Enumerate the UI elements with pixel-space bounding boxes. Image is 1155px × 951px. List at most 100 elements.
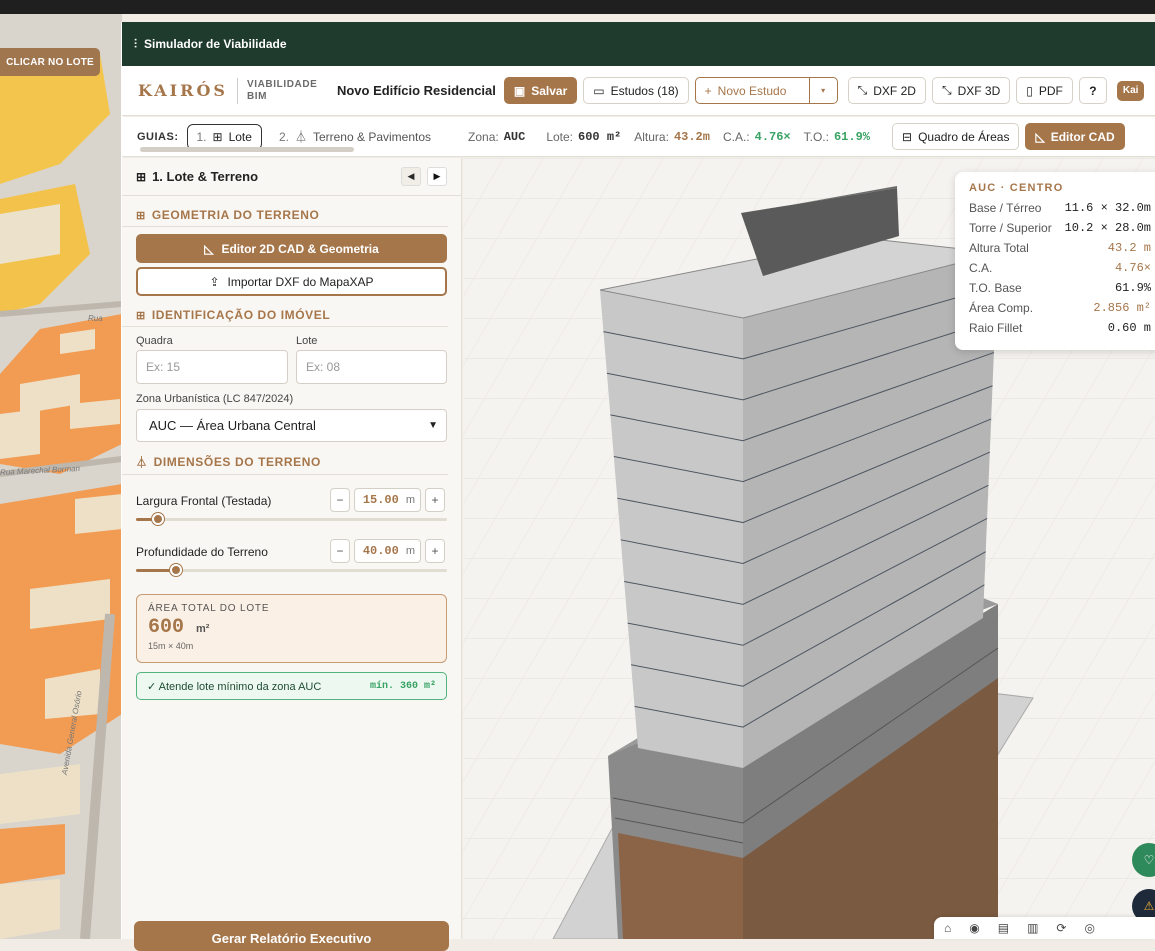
chevron-right-icon: ▶ <box>433 171 441 181</box>
app-topbar: ⫶ Simulador de Viabilidade <box>122 22 1155 66</box>
ruler-icon: ◺ <box>1035 129 1045 144</box>
zone-select[interactable]: AUC — Área Urbana Central ▼ <box>136 409 447 442</box>
width-label: Largura Frontal (Testada) <box>136 494 272 508</box>
new-study-group: + Novo Estudo ▾ <box>694 77 838 104</box>
sliders-icon: ⫶ <box>134 36 138 51</box>
chevron-down-icon: ▾ <box>821 86 826 95</box>
save-button[interactable]: ▣ Salvar <box>503 77 578 104</box>
to-value: 61.9% <box>833 129 870 144</box>
project-name[interactable]: Novo Edifício Residencial <box>337 83 496 98</box>
pin-icon[interactable]: ◉ <box>969 921 979 935</box>
metrics-summary: Zona: AUC Lote: 600 m² Altura: 43.2m C.A… <box>468 129 870 144</box>
chevron-left-icon: ◀ <box>407 171 415 181</box>
camera-icon[interactable]: ◎ <box>1084 921 1094 935</box>
collapse-icon: ⤡ <box>941 83 952 97</box>
generate-report-button[interactable]: Gerar Relatório Executivo <box>134 921 449 951</box>
area-title: ÁREA TOTAL DO LOTE <box>148 603 270 614</box>
lot-area-card: ÁREA TOTAL DO LOTE 600 m² 15m × 40m <box>136 594 447 663</box>
ca-value: 4.76× <box>754 129 791 144</box>
chevron-down-icon: ▼ <box>428 420 438 431</box>
depth-decrement-button[interactable]: − <box>330 539 350 563</box>
heart-check-icon: ♡ <box>1143 853 1155 867</box>
layout-icon: ⊞ <box>212 129 223 144</box>
tab-lote[interactable]: 1. ⊞ Lote <box>186 123 262 150</box>
new-study-button[interactable]: + Novo Estudo <box>694 77 810 104</box>
height-value: 43.2m <box>673 129 710 144</box>
width-increment-button[interactable]: + <box>425 488 445 512</box>
plus-icon: + <box>704 83 712 98</box>
upload-icon: ⇪ <box>209 274 220 289</box>
areas-table-button[interactable]: ⊟ Quadro de Áreas <box>892 123 1020 150</box>
info-row: Área Comp. 2.856 m² <box>969 301 1151 315</box>
info-row: C.A. 4.76× <box>969 261 1151 275</box>
building-icon[interactable]: ▥ <box>1027 921 1038 935</box>
editor-cad-button[interactable]: ◺ Editor CAD <box>1025 123 1125 150</box>
prev-step-button[interactable]: ◀ <box>401 167 421 186</box>
studies-button[interactable]: ▭ Estudos (18) <box>583 77 689 104</box>
area-value: 600 m² <box>148 616 210 639</box>
geometry-section-title: ⊞ GEOMETRIA DO TERRENO <box>122 208 448 227</box>
width-slider-handle[interactable] <box>151 513 164 525</box>
ruler-icon: ◺ <box>204 241 214 256</box>
building-icon: ⏃ <box>294 130 307 144</box>
width-decrement-button[interactable]: − <box>330 488 350 512</box>
logo: KAIRÓS <box>138 81 228 100</box>
dxf2d-button[interactable]: ⤡ DXF 2D <box>847 77 926 104</box>
dxf3d-button[interactable]: ⤡ DXF 3D <box>931 77 1011 104</box>
width-input[interactable]: 15.00 m <box>354 488 421 512</box>
grid-icon: ⊞ <box>136 309 146 322</box>
guides-label: GUIAS: <box>137 130 179 143</box>
tabs-scrollbar[interactable] <box>140 147 354 152</box>
folder-icon: ▭ <box>593 83 605 98</box>
depth-input[interactable]: 40.00 m <box>354 539 421 563</box>
info-title: AUC · CENTRO <box>969 182 1064 194</box>
lote-label: Lote <box>296 335 318 347</box>
user-menu[interactable]: Kai <box>1116 80 1145 101</box>
click-lot-button[interactable]: CLICAR NO LOTE <box>0 48 100 76</box>
zone-value: AUC <box>503 129 526 144</box>
width-stepper: − 15.00 m + <box>330 488 445 512</box>
table-icon: ⊟ <box>902 129 913 144</box>
pdf-button[interactable]: ▯ PDF <box>1016 77 1073 104</box>
new-study-dropdown[interactable]: ▾ <box>809 77 838 104</box>
tab-terreno[interactable]: 2. ⏃ Terreno & Pavimentos <box>270 124 440 150</box>
divider <box>236 77 238 104</box>
area-dimensions: 15m × 40m <box>148 641 194 651</box>
header: KAIRÓS VIABILIDADE BIM Novo Edifício Res… <box>122 66 1155 116</box>
next-step-button[interactable]: ▶ <box>427 167 447 186</box>
width-slider[interactable] <box>136 513 447 525</box>
save-icon: ▣ <box>513 83 526 98</box>
info-row: Altura Total 43.2 m <box>969 241 1151 255</box>
depth-slider[interactable] <box>136 564 447 576</box>
dim-section-title: ⏃ DIMENSÕES DO TERRENO <box>122 454 448 475</box>
help-button[interactable]: ? <box>1078 77 1107 104</box>
file-icon: ▯ <box>1026 83 1033 98</box>
panel-title: 1. Lote & Terreno <box>152 169 259 184</box>
map-view[interactable]: CLICAR NO LOTE Rua Rua Marechal Borman A… <box>0 14 122 939</box>
map-canvas <box>0 14 122 939</box>
layout-icon: ⊞ <box>136 169 147 184</box>
info-row: Base / Térreo 11.6 × 32.0m <box>969 201 1151 215</box>
depth-slider-handle[interactable] <box>170 564 183 576</box>
cad-editor-button[interactable]: ◺ Editor 2D CAD & Geometria <box>136 234 447 263</box>
depth-label: Profundidade do Terreno <box>136 545 268 559</box>
quadra-label: Quadra <box>136 335 173 347</box>
camera-rotate-icon[interactable]: ⟳ <box>1056 921 1066 935</box>
street-label: Rua <box>88 314 103 323</box>
depth-increment-button[interactable]: + <box>425 539 445 563</box>
min-lot-check: ✓ Atende lote mínimo da zona AUC mín. 36… <box>136 672 447 700</box>
home-icon[interactable]: ⌂ <box>944 921 951 935</box>
info-row: Torre / Superior 10.2 × 28.0m <box>969 221 1151 235</box>
quadra-input[interactable]: Ex: 15 <box>136 350 288 384</box>
browser-toolbar <box>0 0 1155 14</box>
warning-icon: ⚠ <box>1143 899 1155 913</box>
app-title: Simulador de Viabilidade <box>144 37 287 51</box>
import-dxf-button[interactable]: ⇪ Importar DXF do MapaXAP <box>136 267 447 296</box>
id-section-title: ⊞ IDENTIFICAÇÃO DO IMÓVEL <box>122 308 448 327</box>
collapse-icon: ⤡ <box>857 83 868 97</box>
guides-bar: GUIAS: 1. ⊞ Lote 2. ⏃ Terreno & Paviment… <box>122 117 1155 157</box>
lot-panel: ⊞ 1. Lote & Terreno ◀ ▶ ⊞ GEOMETRIA DO T… <box>122 158 462 951</box>
lote-input[interactable]: Ex: 08 <box>296 350 447 384</box>
layers-icon[interactable]: ▤ <box>998 921 1009 935</box>
viewport-toolbar: ⌂ ◉ ▤ ▥ ⟳ ◎ <box>934 917 1155 939</box>
